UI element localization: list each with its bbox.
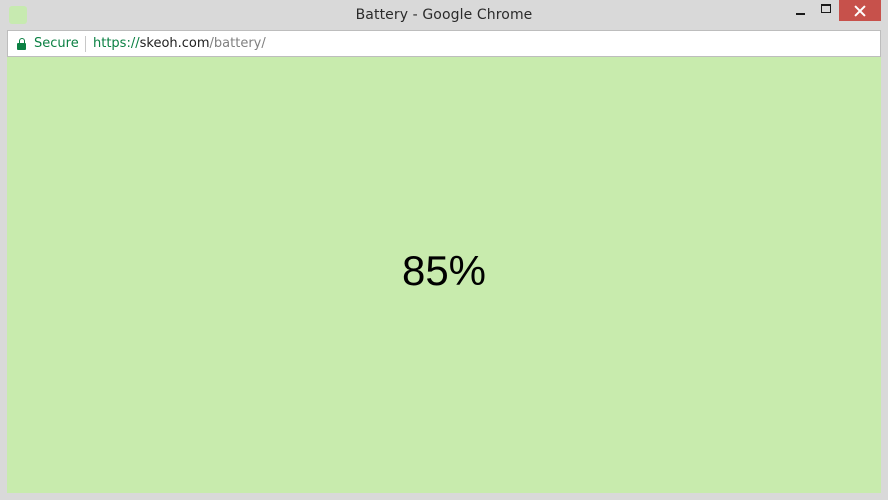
maximize-icon [821, 4, 831, 13]
battery-level-text: 85% [401, 247, 487, 294]
address-divider [85, 36, 86, 52]
url-scheme: https:// [93, 36, 140, 51]
title-bar[interactable]: Battery - Google Chrome [0, 0, 888, 30]
maximize-button[interactable] [813, 0, 839, 21]
minimize-icon [795, 12, 805, 15]
close-button[interactable] [839, 0, 881, 21]
lock-icon[interactable] [17, 38, 27, 50]
security-label[interactable]: Secure [34, 36, 79, 51]
window-title: Battery - Google Chrome [355, 7, 533, 23]
browser-window: Battery - Google Chrome Secure https://s… [0, 0, 888, 500]
address-bar[interactable]: Secure https://skeoh.com/battery/ [7, 30, 881, 57]
url-path: /battery/ [209, 36, 266, 51]
url-text[interactable]: https://skeoh.com/battery/ [93, 36, 266, 51]
minimize-button[interactable] [787, 0, 813, 21]
url-host: skeoh.com [139, 36, 210, 51]
page-content: 85% [7, 57, 881, 493]
close-icon [854, 5, 866, 17]
